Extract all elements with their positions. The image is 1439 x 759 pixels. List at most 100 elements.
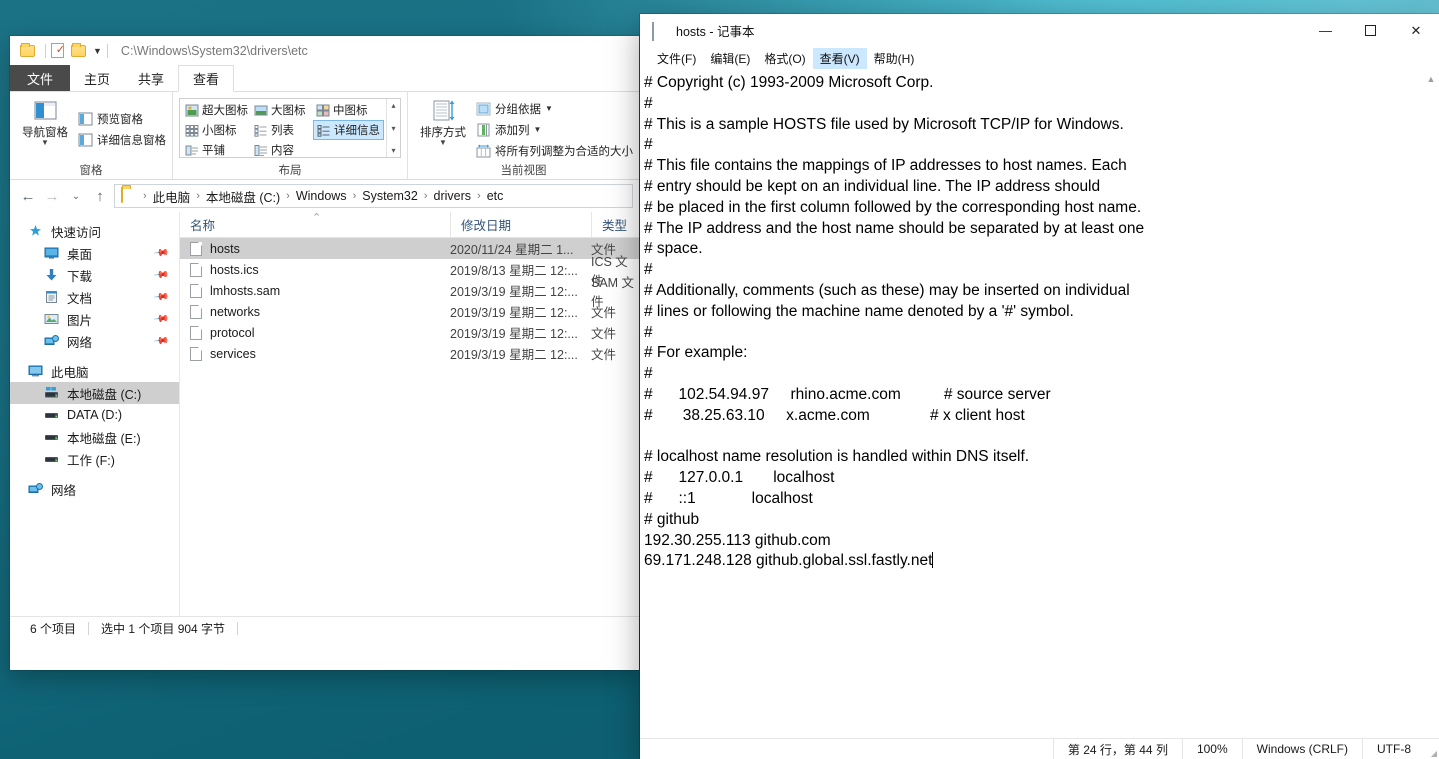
chevron-down-icon[interactable]: ▼	[41, 139, 49, 147]
breadcrumb-item-etc[interactable]: etc	[485, 189, 506, 203]
file-list-header: 名称 ⌃ 修改日期 类型	[180, 211, 639, 238]
tab-home[interactable]: 主页	[70, 65, 124, 92]
content-icon	[254, 144, 268, 157]
menu-view[interactable]: 查看(V)	[812, 48, 867, 69]
table-row[interactable]: lmhosts.sam 2019/3/19 星期二 12:... SAM 文件	[180, 276, 639, 309]
sidebar-item-local-disk-e[interactable]: 本地磁盘 (E:)	[10, 426, 179, 448]
scroll-down-icon[interactable]: ▾	[391, 124, 395, 133]
forward-button[interactable]: →	[40, 184, 64, 208]
network-icon	[28, 482, 45, 497]
pin-icon[interactable]: 📌	[152, 333, 169, 349]
vertical-scrollbar[interactable]: ▲	[1422, 70, 1439, 738]
up-button[interactable]: ↑	[88, 184, 112, 208]
breadcrumb-item-drivers[interactable]: drivers	[432, 189, 474, 203]
layout-tiles[interactable]: 平铺	[182, 140, 251, 160]
properties-icon[interactable]	[51, 42, 68, 59]
file-name: protocol	[210, 325, 255, 340]
view-layout-gallery[interactable]: 超大图标 大图标 中图标 小图标 列表 详细信息 平铺 内容 ▴ ▾ ▾	[179, 98, 401, 158]
ribbon-group-current-view-title: 当前视图	[500, 165, 547, 177]
column-header-date[interactable]: 修改日期	[450, 211, 591, 238]
scroll-up-icon[interactable]: ▲	[1427, 74, 1436, 84]
breadcrumb-separator: ›	[423, 190, 428, 202]
folder-icon[interactable]	[20, 42, 37, 59]
preview-pane-button[interactable]: 预览窗格	[78, 111, 166, 127]
sidebar-item-label: 本地磁盘 (C:)	[67, 387, 142, 402]
chevron-down-icon[interactable]: ▼	[93, 46, 102, 56]
menu-edit[interactable]: 编辑(E)	[703, 48, 757, 69]
chevron-down-icon[interactable]: ▼	[439, 139, 447, 147]
chevron-down-icon[interactable]: ▼	[545, 104, 553, 113]
table-row[interactable]: hosts.ics 2019/8/13 星期二 12:... ICS 文件	[180, 255, 639, 288]
pin-icon[interactable]: 📌	[152, 267, 169, 283]
pin-icon[interactable]: 📌	[152, 289, 169, 305]
close-button[interactable]: ✕	[1393, 14, 1439, 47]
column-header-name-label: 名称	[190, 219, 216, 233]
zoom-level[interactable]: 100%	[1181, 738, 1242, 759]
sidebar-item-desktop[interactable]: 桌面 📌	[10, 242, 179, 264]
text-editor[interactable]: # Copyright (c) 1993-2009 Microsoft Corp…	[640, 70, 1422, 738]
recent-locations-button[interactable]: ⌄	[64, 184, 88, 208]
notepad-title-bar[interactable]: hosts - 记事本 — ✕	[640, 14, 1439, 47]
layout-details[interactable]: 详细信息	[313, 120, 384, 140]
layout-small-icons[interactable]: 小图标	[182, 120, 251, 140]
medium-icons-icon	[316, 104, 330, 117]
layout-content[interactable]: 内容	[251, 140, 313, 160]
column-header-type[interactable]: 类型	[591, 211, 639, 238]
chevron-down-icon[interactable]: ▼	[534, 125, 542, 134]
pin-icon[interactable]: 📌	[152, 245, 169, 261]
breadcrumb-item-system32[interactable]: System32	[360, 189, 420, 203]
maximize-button[interactable]	[1348, 14, 1393, 47]
sidebar-item-data-d[interactable]: DATA (D:)	[10, 404, 179, 426]
sidebar-item-documents[interactable]: 文档 📌	[10, 286, 179, 308]
table-row[interactable]: protocol 2019/3/19 星期二 12:... 文件	[180, 322, 639, 343]
navigation-pane-button[interactable]: 导航窗格 ▼	[16, 97, 74, 162]
ribbon-group-panes: 导航窗格 ▼ 预览窗格 详细信息窗格 窗格	[10, 92, 172, 179]
file-date: 2019/8/13 星期二 12:...	[450, 264, 578, 278]
menu-format[interactable]: 格式(O)	[757, 48, 812, 69]
scroll-up-icon[interactable]: ▴	[391, 101, 395, 110]
table-row[interactable]: services 2019/3/19 星期二 12:... 文件	[180, 343, 639, 364]
pin-icon[interactable]: 📌	[152, 311, 169, 327]
breadcrumb-item-local-disk-c[interactable]: 本地磁盘 (C:)	[204, 187, 282, 206]
new-folder-icon[interactable]	[71, 42, 88, 59]
size-all-columns-button[interactable]: 将所有列调整为合适的大小	[476, 143, 633, 159]
gallery-expand-icon[interactable]: ▾	[391, 146, 395, 155]
layout-extra-large-icons[interactable]: 超大图标	[182, 100, 251, 120]
add-columns-button[interactable]: 添加列 ▼	[476, 122, 633, 138]
sidebar-item-work-f[interactable]: 工作 (F:)	[10, 448, 179, 470]
layout-label: 列表	[271, 125, 294, 137]
gallery-scrollbar[interactable]: ▴ ▾ ▾	[386, 99, 400, 157]
breadcrumb-item-this-pc[interactable]: 此电脑	[151, 187, 193, 206]
sidebar-item-downloads[interactable]: 下载 📌	[10, 264, 179, 286]
sidebar-item-local-disk-c[interactable]: 本地磁盘 (C:)	[10, 382, 179, 404]
column-header-name[interactable]: 名称 ⌃	[180, 212, 450, 238]
group-by-button[interactable]: 分组依据 ▼	[476, 101, 633, 117]
back-button[interactable]: ←	[16, 184, 40, 208]
menu-file[interactable]: 文件(F)	[650, 48, 703, 69]
table-row[interactable]: hosts 2020/11/24 星期二 1... 文件	[180, 238, 639, 259]
menu-help[interactable]: 帮助(H)	[867, 48, 922, 69]
notepad-window[interactable]: hosts - 记事本 — ✕ 文件(F) 编辑(E) 格式(O) 查看(V) …	[640, 14, 1439, 759]
sidebar-item-quick-access[interactable]: 快速访问	[10, 220, 179, 242]
tab-view[interactable]: 查看	[178, 65, 235, 92]
layout-large-icons[interactable]: 大图标	[251, 100, 313, 120]
file-explorer-window[interactable]: ▼ C:\Windows\System32\drivers\etc 文件 主页 …	[10, 36, 639, 670]
sidebar-item-network[interactable]: 网络	[10, 478, 179, 500]
tab-file[interactable]: 文件	[10, 65, 71, 92]
breadcrumb[interactable]: › 此电脑 › 本地磁盘 (C:) › Windows › System32 ›…	[114, 184, 633, 208]
layout-list[interactable]: 列表	[251, 120, 313, 140]
minimize-button[interactable]: —	[1303, 14, 1348, 47]
layout-medium-icons[interactable]: 中图标	[313, 100, 384, 120]
folder-icon	[121, 186, 136, 205]
sidebar-item-pictures[interactable]: 图片 📌	[10, 308, 179, 330]
status-divider-2	[237, 622, 239, 635]
sort-by-button[interactable]: 排序方式 ▼	[414, 97, 472, 162]
sidebar-item-this-pc[interactable]: 此电脑	[10, 360, 179, 382]
details-pane-button[interactable]: 详细信息窗格	[78, 132, 166, 148]
resize-grip[interactable]: ◢	[1425, 739, 1439, 759]
breadcrumb-item-windows[interactable]: Windows	[294, 189, 349, 203]
table-row[interactable]: networks 2019/3/19 星期二 12:... 文件	[180, 301, 639, 322]
tab-share[interactable]: 共享	[124, 65, 178, 92]
sidebar-item-network-quick[interactable]: 网络 📌	[10, 330, 179, 352]
